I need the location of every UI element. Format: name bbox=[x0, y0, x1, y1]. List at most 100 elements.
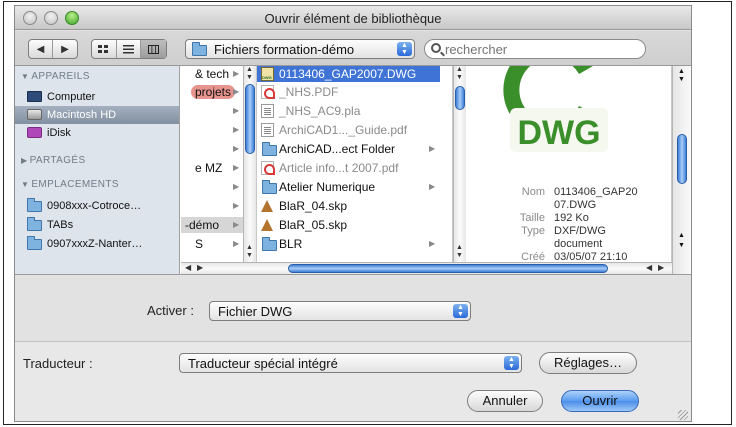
back-button[interactable]: ◀ bbox=[29, 40, 54, 58]
chevron-right-icon: ▶ bbox=[233, 144, 240, 153]
scroll-up-icon[interactable]: ▲ bbox=[246, 244, 253, 251]
resize-grip-icon[interactable] bbox=[678, 410, 688, 420]
settings-button[interactable]: Réglages… bbox=[539, 352, 637, 374]
chevron-right-icon: ▶ bbox=[233, 220, 240, 229]
folder-icon bbox=[27, 198, 42, 212]
sidebar-item-place[interactable]: TABs bbox=[15, 216, 179, 234]
icon-view-icon bbox=[98, 44, 109, 53]
scroll-thumb[interactable] bbox=[677, 134, 687, 184]
enable-filter-area: Activer : Fichier DWG ▲ ▼ bbox=[15, 276, 691, 342]
location-popup[interactable]: Fichiers formation-démo ▲ ▼ bbox=[185, 39, 415, 59]
search-input[interactable] bbox=[445, 42, 635, 56]
scroll-thumb[interactable] bbox=[455, 86, 465, 110]
chevron-right-icon: ▶ bbox=[429, 182, 436, 191]
sidebar-section-shared[interactable]: ▶ PARTAGÉS bbox=[21, 155, 86, 166]
disclosure-triangle-icon: ▼ bbox=[21, 180, 30, 189]
chevron-right-icon: ▶ bbox=[233, 239, 240, 248]
chevron-right-icon: ▶ bbox=[233, 106, 240, 115]
cancel-button[interactable]: Annuler bbox=[467, 390, 543, 412]
chevron-right-icon: ▶ bbox=[233, 182, 240, 191]
sidebar-section-places[interactable]: ▼ EMPLACEMENTS bbox=[21, 179, 119, 190]
scroll-left-icon[interactable]: ◀ bbox=[646, 263, 652, 272]
document-icon bbox=[261, 104, 274, 118]
pdf-file-icon bbox=[261, 85, 275, 99]
sidebar-section-devices[interactable]: ▼ APPAREILS bbox=[21, 71, 90, 82]
browser-column-2: 0113406_GAP2007.DWG _NHS.PDF _NHS_AC9.pl… bbox=[257, 66, 453, 274]
scroll-right-icon[interactable]: ▶ bbox=[197, 263, 203, 272]
forward-button[interactable]: ▶ bbox=[53, 40, 77, 58]
preview-value-type: DXF/DWG bbox=[554, 225, 606, 237]
chevron-right-icon: ▶ bbox=[233, 69, 240, 78]
scroll-up-icon[interactable]: ▲ bbox=[456, 244, 463, 251]
open-library-dialog: Ouvrir élément de bibliothèque ◀ ▶ Fichi… bbox=[14, 5, 692, 422]
folder-icon bbox=[27, 236, 42, 250]
folder-icon bbox=[27, 217, 42, 231]
column-view-button[interactable] bbox=[141, 40, 166, 58]
file-preview: DWG Nom 0113406_GAP20 07.DWG Taille 192 … bbox=[467, 66, 671, 274]
scroll-up-icon[interactable]: ▲ bbox=[678, 232, 685, 239]
scroll-thumb[interactable] bbox=[288, 264, 608, 273]
scroll-down-icon[interactable]: ▼ bbox=[678, 242, 685, 249]
title-bar: Ouvrir élément de bibliothèque bbox=[15, 6, 691, 30]
sidebar-item-computer[interactable]: Computer bbox=[15, 88, 179, 106]
svg-text:DWG: DWG bbox=[517, 114, 600, 152]
chevron-right-icon: ▶ bbox=[429, 144, 436, 153]
column-view-icon bbox=[148, 44, 160, 54]
preview-value-name-cont: 07.DWG bbox=[554, 199, 597, 211]
location-popup-label: Fichiers formation-démo bbox=[214, 42, 355, 57]
chevron-right-icon: ▶ bbox=[233, 87, 240, 96]
back-forward-control: ◀ ▶ bbox=[28, 39, 78, 59]
scroll-right-icon[interactable]: ▶ bbox=[658, 263, 664, 272]
scroll-up-icon[interactable]: ▲ bbox=[456, 66, 463, 73]
open-button[interactable]: Ouvrir bbox=[561, 390, 639, 412]
scroll-thumb[interactable] bbox=[245, 84, 255, 154]
sidebar-item-place[interactable]: 0908xxx-Cotroce… bbox=[15, 197, 179, 215]
scroll-up-icon[interactable]: ▲ bbox=[678, 68, 685, 75]
enable-format-popup[interactable]: Fichier DWG ▲ ▼ bbox=[209, 301, 471, 321]
preview-value-type-cont: document bbox=[554, 238, 603, 250]
translator-label: Traducteur : bbox=[23, 356, 93, 371]
folder-icon bbox=[262, 237, 277, 251]
chevron-right-icon: ▶ bbox=[233, 125, 240, 134]
preview-key-size: Taille bbox=[519, 212, 545, 224]
dwg-file-icon bbox=[261, 67, 274, 81]
preview-key-type: Type bbox=[521, 225, 545, 237]
translator-popup[interactable]: Traducteur spécial intégré ▲ ▼ bbox=[179, 353, 522, 373]
folder-icon bbox=[262, 180, 277, 194]
scroll-down-icon[interactable]: ▼ bbox=[456, 74, 463, 81]
column-2-scrollbar[interactable]: ▲ ▼ ▲ ▼ bbox=[453, 66, 466, 262]
pdf-file-icon bbox=[261, 161, 275, 175]
hard-disk-icon bbox=[27, 109, 42, 120]
list-item[interactable]: 0113406_GAP2007.DWG bbox=[257, 66, 440, 82]
folder-icon bbox=[192, 42, 207, 56]
icon-view-button[interactable] bbox=[92, 40, 117, 58]
chevron-right-icon: ▶ bbox=[233, 201, 240, 210]
toolbar: ◀ ▶ Fichiers formation-démo ▲ ▼ bbox=[15, 31, 691, 65]
preview-scrollbar[interactable]: ▲ ▼ ▲ ▼ bbox=[672, 66, 691, 274]
search-field[interactable] bbox=[424, 39, 646, 59]
window-title: Ouvrir élément de bibliothèque bbox=[264, 11, 442, 26]
popup-stepper-icon: ▲ ▼ bbox=[453, 304, 468, 318]
search-icon bbox=[431, 43, 441, 53]
preview-key-name: Nom bbox=[521, 186, 545, 198]
preview-column: DWG Nom 0113406_GAP20 07.DWG Taille 192 … bbox=[467, 66, 672, 274]
sidebar-item-macintosh-hd[interactable]: Macintosh HD bbox=[15, 106, 179, 124]
chevron-right-icon: ▶ bbox=[233, 163, 240, 172]
horizontal-scrollbar[interactable]: ◀ ▶ ◀ ▶ bbox=[181, 262, 672, 274]
list-view-button[interactable] bbox=[117, 40, 142, 58]
list-view-icon bbox=[123, 44, 134, 53]
scroll-down-icon[interactable]: ▼ bbox=[246, 252, 253, 259]
sidebar: ▼ APPAREILS Computer Macintosh HD iDisk ▶… bbox=[15, 66, 180, 274]
scroll-up-icon[interactable]: ▲ bbox=[246, 66, 253, 73]
preview-value-name: 0113406_GAP20 bbox=[554, 186, 638, 198]
scroll-left-icon[interactable]: ◀ bbox=[185, 263, 191, 272]
scroll-down-icon[interactable]: ▼ bbox=[678, 76, 685, 83]
scroll-down-icon[interactable]: ▼ bbox=[456, 252, 463, 259]
dwg-logo: DWG bbox=[503, 66, 608, 152]
sidebar-item-idisk[interactable]: iDisk bbox=[15, 124, 179, 142]
folder-icon bbox=[262, 142, 277, 156]
scroll-down-icon[interactable]: ▼ bbox=[246, 74, 253, 81]
list-item[interactable]: -démo ▶ bbox=[181, 217, 243, 233]
column-1-scrollbar[interactable]: ▲ ▼ ▲ ▼ bbox=[243, 66, 256, 262]
sidebar-item-place[interactable]: 0907xxxZ-Nanter… bbox=[15, 235, 179, 253]
